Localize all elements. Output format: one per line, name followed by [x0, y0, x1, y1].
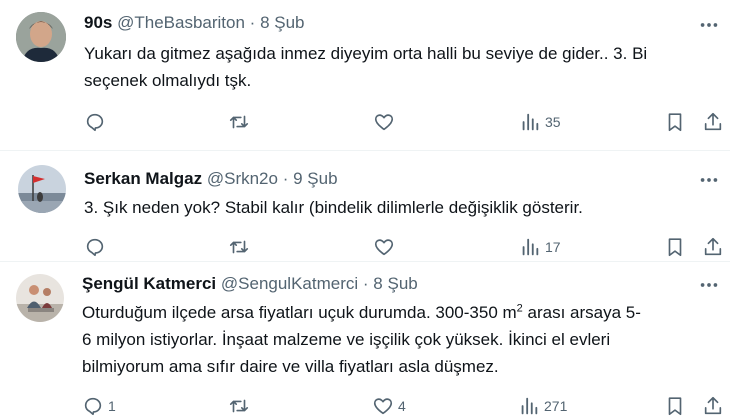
- reply-button[interactable]: 1: [82, 393, 116, 419]
- share-button[interactable]: [702, 393, 724, 419]
- bookmark-icon: [664, 111, 686, 133]
- reply-icon: [84, 111, 106, 133]
- display-name[interactable]: Serkan Malgaz: [84, 169, 202, 188]
- share-icon: [702, 395, 724, 417]
- tweet-text-line: seçenek olmalıydı tşk.: [84, 71, 252, 90]
- views-button[interactable]: 17: [519, 234, 561, 260]
- bookmark-icon: [664, 395, 686, 417]
- like-button[interactable]: [373, 234, 399, 260]
- views-button[interactable]: 35: [519, 109, 561, 135]
- avatar[interactable]: [18, 165, 66, 213]
- view-count: 17: [545, 239, 561, 255]
- tweet-text-line: 6 milyon istiyorlar. İnşaat malzeme ve i…: [82, 330, 611, 349]
- share-button[interactable]: [702, 109, 724, 135]
- avatar[interactable]: [16, 12, 66, 62]
- retweet-icon: [228, 111, 250, 133]
- views-icon: [519, 236, 541, 258]
- like-button[interactable]: [373, 109, 399, 135]
- more-icon[interactable]: [698, 274, 720, 296]
- retweet-button[interactable]: [228, 109, 254, 135]
- timestamp[interactable]: 8 Şub: [373, 274, 417, 293]
- bookmark-button[interactable]: [664, 234, 686, 260]
- reply-icon: [82, 395, 104, 417]
- views-button[interactable]: 271: [518, 393, 567, 419]
- timestamp[interactable]: 8 Şub: [260, 13, 304, 32]
- share-icon: [702, 111, 724, 133]
- like-count: 4: [398, 398, 406, 414]
- tweet-text: Yukarı da gitmez aşağıda inmez diyeyim o…: [84, 40, 714, 94]
- share-icon: [702, 236, 724, 258]
- separator-dot: ·: [362, 274, 369, 293]
- tweet-2[interactable]: Serkan Malgaz @Srkn2o · 9 Şub 3. Şık ned…: [0, 151, 730, 261]
- display-name[interactable]: Şengül Katmerci: [82, 274, 216, 293]
- action-bar: 17: [0, 234, 730, 260]
- retweet-button[interactable]: [228, 393, 254, 419]
- views-icon: [519, 111, 541, 133]
- reply-button[interactable]: [84, 109, 110, 135]
- like-icon: [373, 236, 395, 258]
- reply-button[interactable]: [84, 234, 110, 260]
- display-name[interactable]: 90s: [84, 13, 112, 32]
- views-icon: [518, 395, 540, 417]
- tweet-3[interactable]: Şengül Katmerci @SengulKatmerci · 8 Şub …: [0, 262, 730, 420]
- separator-dot: ·: [249, 13, 256, 32]
- action-bar: 35: [0, 109, 730, 135]
- username[interactable]: @Srkn2o: [207, 169, 278, 188]
- tweet-text: Oturduğum ilçede arsa fiyatları uçuk dur…: [82, 299, 722, 380]
- reply-icon: [84, 236, 106, 258]
- more-icon[interactable]: [698, 169, 720, 191]
- tweet-text-segment: Oturduğum ilçede arsa fiyatları uçuk dur…: [82, 303, 517, 322]
- retweet-button[interactable]: [228, 234, 254, 260]
- tweet-1[interactable]: 90s @TheBasbariton · 8 Şub Yukarı da git…: [0, 0, 730, 150]
- bookmark-button[interactable]: [664, 109, 686, 135]
- view-count: 35: [545, 114, 561, 130]
- more-icon[interactable]: [698, 14, 720, 36]
- tweet-text-line: 3. Şık neden yok? Stabil kalır (bindelik…: [84, 198, 583, 217]
- share-button[interactable]: [702, 234, 724, 260]
- tweet-text-line: Yukarı da gitmez aşağıda inmez diyeyim o…: [84, 44, 648, 63]
- tweet-header: Serkan Malgaz @Srkn2o · 9 Şub: [84, 168, 338, 190]
- tweet-header: Şengül Katmerci @SengulKatmerci · 8 Şub: [82, 273, 418, 295]
- action-bar: 1 4 271: [0, 393, 730, 419]
- tweet-text-line: Oturduğum ilçede arsa fiyatları uçuk dur…: [82, 299, 722, 326]
- avatar[interactable]: [16, 274, 64, 322]
- retweet-icon: [228, 236, 250, 258]
- like-button[interactable]: 4: [372, 393, 406, 419]
- tweet-header: 90s @TheBasbariton · 8 Şub: [84, 12, 305, 34]
- tweet-text: 3. Şık neden yok? Stabil kalır (bindelik…: [84, 194, 714, 221]
- separator-dot: ·: [282, 169, 289, 188]
- timestamp[interactable]: 9 Şub: [293, 169, 337, 188]
- like-icon: [373, 111, 395, 133]
- bookmark-icon: [664, 236, 686, 258]
- retweet-icon: [228, 395, 250, 417]
- like-icon: [372, 395, 394, 417]
- username[interactable]: @TheBasbariton: [117, 13, 245, 32]
- tweet-text-segment: arası arsaya 5-: [522, 303, 641, 322]
- username[interactable]: @SengulKatmerci: [221, 274, 358, 293]
- bookmark-button[interactable]: [664, 393, 686, 419]
- reply-count: 1: [108, 398, 116, 414]
- tweet-text-line: bilmiyorum ama sıfır daire ve villa fiya…: [82, 357, 499, 376]
- view-count: 271: [544, 398, 568, 414]
